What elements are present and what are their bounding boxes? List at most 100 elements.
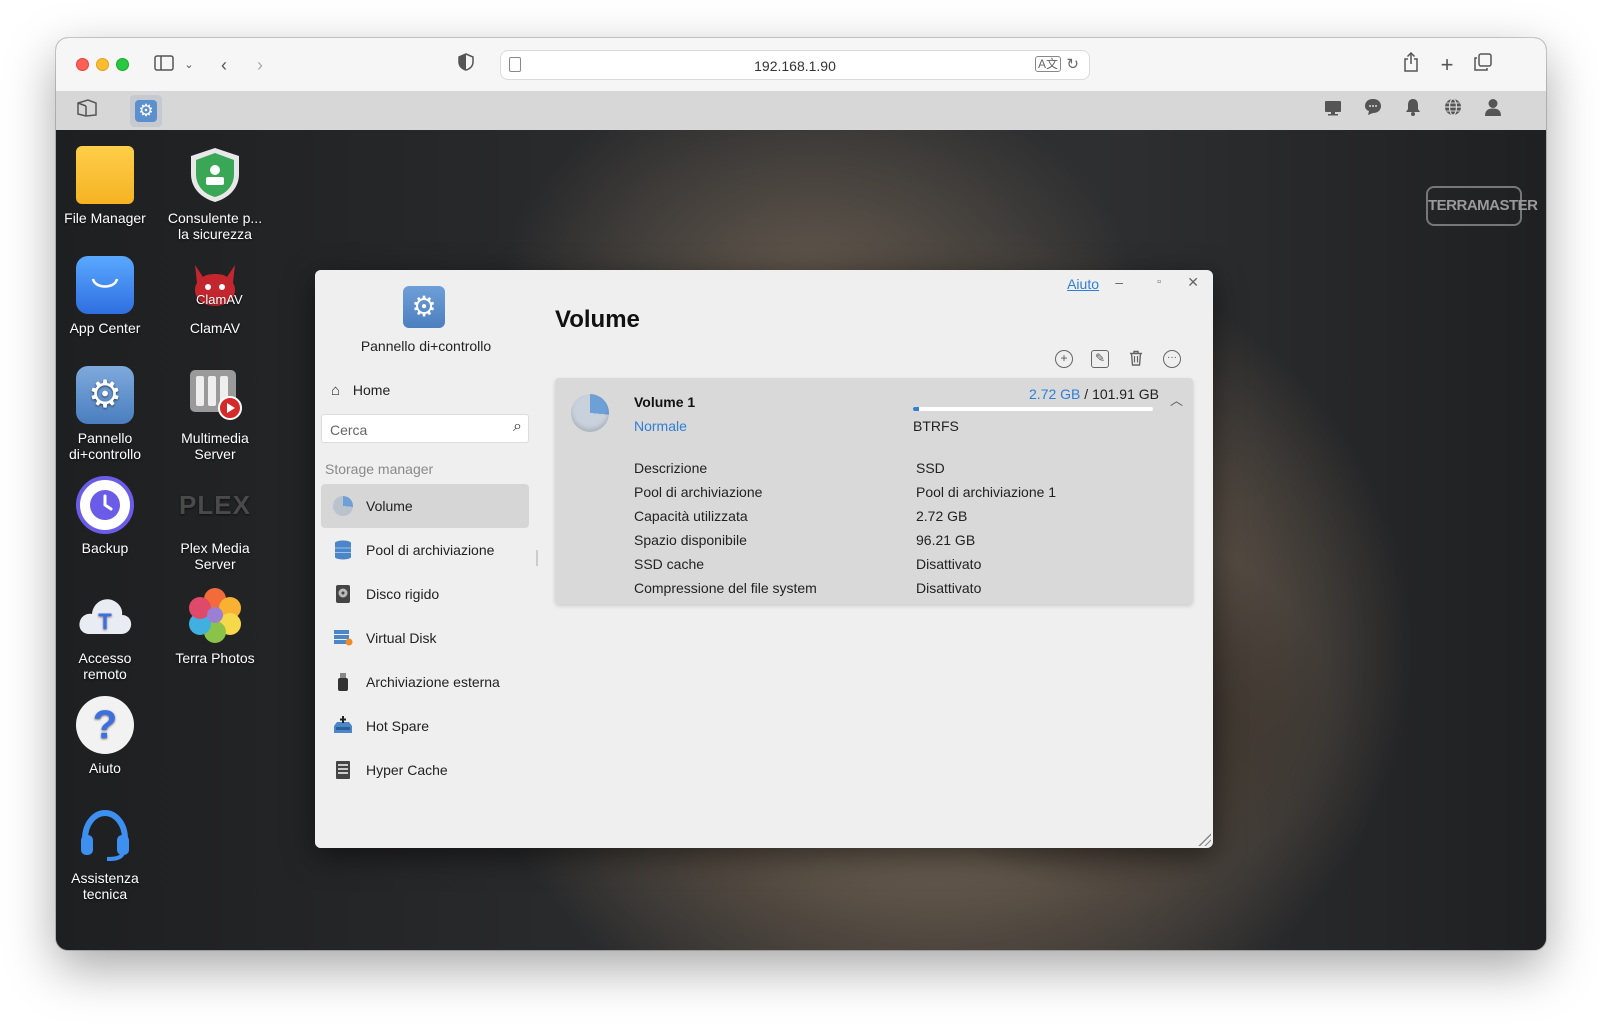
sidebar-item-label: Hot Spare xyxy=(366,718,430,734)
minimize-window-button[interactable] xyxy=(96,58,109,71)
sidebar-item-storage-pool[interactable]: Pool di archiviazione xyxy=(321,528,529,572)
more-options-icon[interactable]: ··· xyxy=(1163,350,1181,368)
svg-text:T: T xyxy=(98,609,112,634)
detail-value: 2.72 GB xyxy=(916,508,968,524)
desktop-icon-security-advisor[interactable]: Consulente p... la sicurezza xyxy=(160,146,270,242)
sidebar-item-external-storage[interactable]: Archiviazione esterna xyxy=(321,660,529,704)
icon-label: Aiuto xyxy=(89,760,121,776)
globe-icon[interactable] xyxy=(1440,98,1466,124)
resize-handle[interactable] xyxy=(1197,832,1211,846)
desktop-icon-control-panel[interactable]: ⚙ Pannello di+controllo xyxy=(56,366,160,462)
icon-label: Pannello xyxy=(77,430,133,446)
cache-icon xyxy=(333,760,353,780)
volume-card[interactable]: Volume 1 Normale 2.72 GB / 101.91 GB BTR… xyxy=(555,378,1193,604)
zoom-window-button[interactable] xyxy=(116,58,129,71)
chat-icon[interactable] xyxy=(1360,98,1386,124)
sidebar-item-label: Hyper Cache xyxy=(366,762,448,778)
show-desktop-icon[interactable] xyxy=(74,98,100,124)
reload-icon[interactable]: ↻ xyxy=(1066,55,1079,73)
sidebar-toggle-icon[interactable] xyxy=(152,52,176,78)
plex-logo-text: PLEX xyxy=(179,490,251,520)
usb-drive-icon xyxy=(333,672,353,692)
minimize-icon[interactable]: – xyxy=(1115,274,1123,290)
clamav-logo-text: ClamAV xyxy=(196,292,243,307)
sidebar-scrollbar[interactable] xyxy=(536,550,538,566)
url-text: 192.168.1.90 xyxy=(754,58,836,74)
sidebar-item-label: Disco rigido xyxy=(366,586,440,602)
home-icon: ⌂ xyxy=(331,382,341,399)
sidebar-item-hyper-cache[interactable]: Hyper Cache xyxy=(321,748,529,792)
sidebar-item-volume[interactable]: Volume xyxy=(321,484,529,528)
close-window-button[interactable] xyxy=(76,58,89,71)
desktop-icon-app-center[interactable]: App Center xyxy=(56,256,160,336)
home-link[interactable]: ⌂ Home xyxy=(331,382,390,399)
desktop-icon-clamav[interactable]: ClamAV ClamAV xyxy=(160,256,270,336)
icon-label: Multimedia xyxy=(181,430,249,446)
cloud-icon: T xyxy=(76,586,134,644)
desktop: TERRAMASTER File Manager App Center ⚙ Pa… xyxy=(56,130,1546,950)
capacity-used: 2.72 GB xyxy=(1029,386,1081,402)
trash-icon[interactable] xyxy=(1127,350,1145,368)
user-icon[interactable] xyxy=(1480,98,1506,124)
desktop-icon-plex[interactable]: PLEX Plex Media Server xyxy=(160,476,270,572)
desktop-icon-backup[interactable]: Backup xyxy=(56,476,160,556)
media-server-icon xyxy=(186,366,244,424)
privacy-shield-icon[interactable] xyxy=(456,52,476,78)
edit-icon[interactable]: ✎ xyxy=(1091,350,1109,368)
desktop-icon-support[interactable]: Assistenza tecnica xyxy=(56,806,160,902)
volume-name: Volume 1 xyxy=(634,394,696,410)
sidebar-item-label: Volume xyxy=(366,498,413,514)
search-input[interactable]: Cerca ⌕ xyxy=(321,414,529,443)
shopping-bag-icon xyxy=(76,256,134,314)
close-icon[interactable]: ✕ xyxy=(1187,274,1199,291)
control-panel-gear-icon: ⚙ xyxy=(403,286,445,328)
help-link[interactable]: Aiuto xyxy=(1067,276,1099,292)
browser-window: ⌄ ‹ › 192.168.1.90 A文 ↻ + ⚙ TERRAMASTER … xyxy=(56,38,1546,950)
capacity-bar-fill xyxy=(913,407,920,411)
address-bar[interactable]: 192.168.1.90 A文 ↻ xyxy=(500,50,1090,80)
backup-clock-icon xyxy=(76,476,134,534)
search-icon[interactable]: ⌕ xyxy=(513,418,522,436)
add-volume-icon[interactable]: + xyxy=(1055,350,1073,368)
desktop-icon-multimedia-server[interactable]: Multimedia Server xyxy=(160,366,270,462)
plex-logo-icon: PLEX xyxy=(179,476,250,534)
detail-label: SSD cache xyxy=(634,556,705,572)
desktop-icon-help[interactable]: ? Aiuto xyxy=(56,696,160,776)
translate-icon[interactable]: A文 xyxy=(1034,56,1061,72)
sidebar-item-hard-disk[interactable]: Disco rigido xyxy=(321,572,529,616)
monitor-icon[interactable] xyxy=(1320,98,1346,124)
hard-disk-icon xyxy=(333,584,353,604)
volume-status: Normale xyxy=(634,418,687,434)
virtual-disk-icon xyxy=(333,628,353,648)
section-label: Storage manager xyxy=(325,461,434,477)
filesystem-type: BTRFS xyxy=(913,418,959,434)
sidebar-item-hot-spare[interactable]: Hot Spare xyxy=(321,704,529,748)
tab-overview-icon[interactable] xyxy=(1472,52,1494,78)
icon-label-line2: di+controllo xyxy=(69,446,141,462)
chevron-up-icon[interactable]: ︿ xyxy=(1170,390,1183,409)
share-icon[interactable] xyxy=(1400,51,1422,78)
icon-label: App Center xyxy=(69,320,141,336)
capacity-text: 2.72 GB / 101.91 GB xyxy=(1029,386,1159,402)
clamav-logo-icon: ClamAV xyxy=(186,256,244,314)
notification-bell-icon[interactable] xyxy=(1400,98,1426,124)
desktop-icon-remote-access[interactable]: T Accesso remoto xyxy=(56,586,160,682)
sidebar-item-label: Archiviazione esterna xyxy=(366,674,500,690)
tos-taskbar: ⚙ xyxy=(56,92,1546,130)
desktop-icon-terra-photos[interactable]: Terra Photos xyxy=(160,586,270,666)
chevron-down-icon[interactable]: ⌄ xyxy=(182,52,196,78)
detail-label: Spazio disponibile xyxy=(634,532,747,548)
back-icon[interactable]: ‹ xyxy=(214,52,234,78)
icon-label: Assistenza xyxy=(71,870,139,886)
maximize-icon[interactable]: ▫ xyxy=(1157,276,1161,288)
control-panel-task-icon[interactable]: ⚙ xyxy=(130,95,162,127)
icon-label: File Manager xyxy=(64,210,146,226)
icon-label: Accesso xyxy=(78,650,132,666)
home-label: Home xyxy=(352,382,391,398)
icon-label: Consulente p... xyxy=(167,210,263,226)
forward-icon[interactable]: › xyxy=(250,52,270,78)
sidebar-item-label: Pool di archiviazione xyxy=(366,542,495,558)
sidebar-item-virtual-disk[interactable]: Virtual Disk xyxy=(321,616,529,660)
new-tab-icon[interactable]: + xyxy=(1436,52,1458,78)
desktop-icon-file-manager[interactable]: File Manager xyxy=(56,146,160,226)
